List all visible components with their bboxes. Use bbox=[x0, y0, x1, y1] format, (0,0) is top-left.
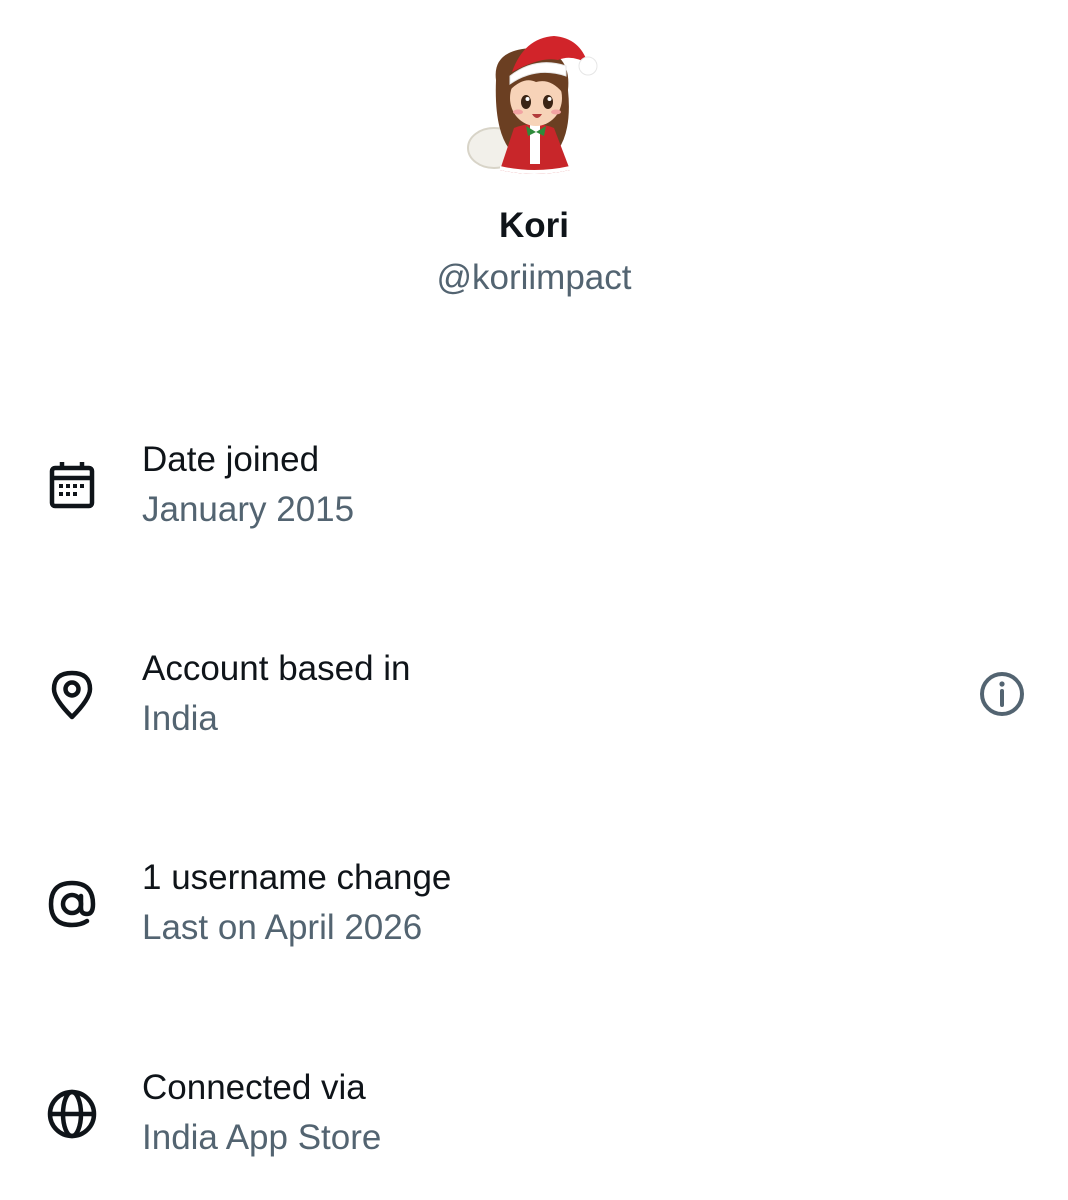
row-title: 1 username change bbox=[142, 858, 452, 897]
info-icon[interactable] bbox=[976, 668, 1028, 720]
info-row-date-joined: Date joined January 2015 bbox=[0, 438, 1068, 548]
row-title: Connected via bbox=[142, 1068, 366, 1107]
profile-handle[interactable]: @koriimpact bbox=[0, 256, 1068, 300]
row-value: India App Store bbox=[142, 1118, 382, 1157]
calendar-icon bbox=[44, 458, 100, 514]
info-row-account-based-in: Account based in India bbox=[0, 647, 1068, 757]
globe-icon bbox=[44, 1086, 100, 1142]
row-value: January 2015 bbox=[142, 490, 355, 529]
info-row-connected-via: Connected via India App Store bbox=[0, 1066, 1068, 1176]
row-value: Last on April 2026 bbox=[142, 908, 423, 947]
info-row-username-change: 1 username change Last on April 2026 bbox=[0, 856, 1068, 966]
row-title: Date joined bbox=[142, 440, 320, 479]
at-sign-icon bbox=[44, 876, 100, 932]
row-title: Account based in bbox=[142, 649, 411, 688]
location-pin-icon bbox=[44, 667, 100, 723]
avatar[interactable] bbox=[454, 20, 614, 180]
profile-display-name: Kori bbox=[499, 206, 569, 245]
row-value: India bbox=[142, 699, 218, 738]
avatar-illustration bbox=[467, 36, 598, 174]
